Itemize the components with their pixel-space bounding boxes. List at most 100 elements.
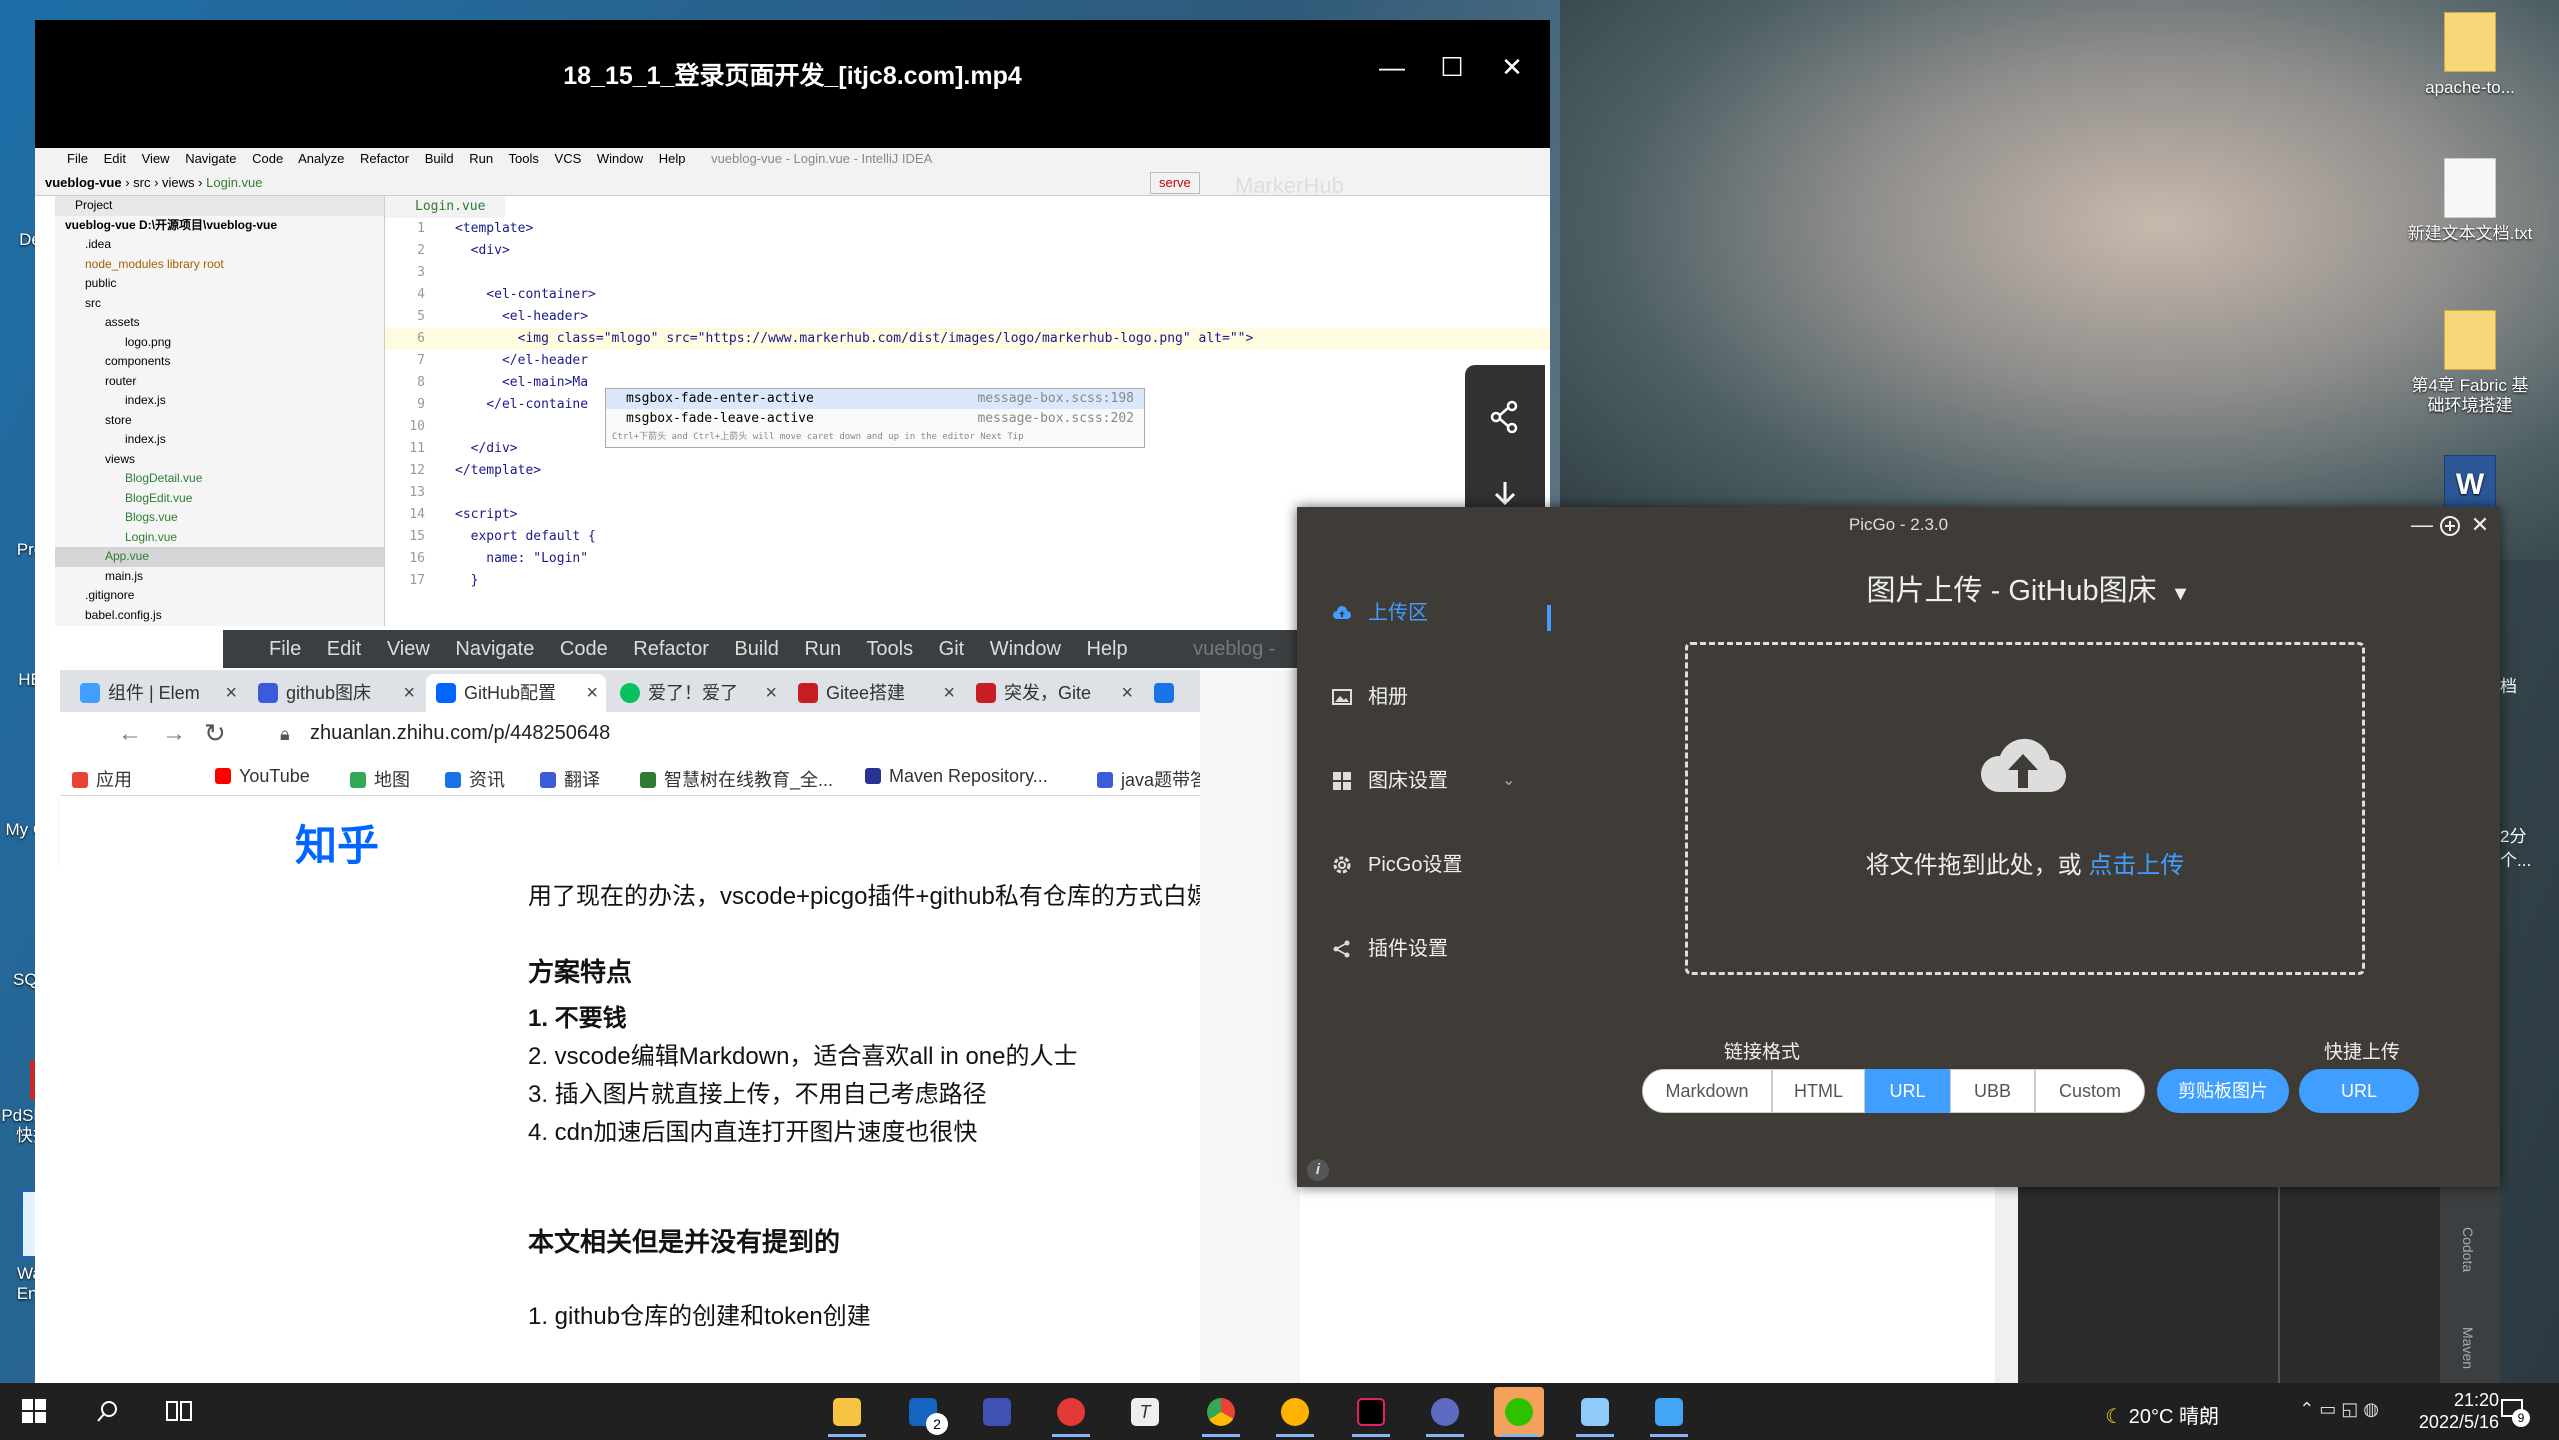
taskbar-network[interactable] [1420,1387,1470,1437]
nav-label: 插件设置 [1368,938,1448,960]
desktop-icon-fabric[interactable]: 第4章 Fabric 基础环境搭建 [2405,310,2535,416]
taskbar-jetbrains[interactable] [1346,1387,1396,1437]
codota-tool[interactable]: Codota [2460,1227,2476,1272]
format-markdown[interactable]: Markdown [1642,1069,1772,1113]
browser-tab[interactable]: Gitee搭建 × [788,674,963,712]
desktop-icon-txt[interactable]: 新建文本文档.txt [2405,158,2535,244]
taskbar-paint[interactable] [1046,1387,1096,1437]
format-custom[interactable]: Custom [2035,1069,2145,1113]
taskbar-chrome[interactable] [1196,1387,1246,1437]
bookmark-apps[interactable]: 应用 [72,766,132,792]
tray-icons[interactable]: ⌃ ▭ ◱ ◍ [2299,1399,2379,1420]
weather-widget[interactable]: ☾ 20°C 晴朗 [2105,1400,2219,1429]
word-icon: W [2444,455,2496,515]
back-icon[interactable]: ← [118,720,142,748]
ide-breadcrumb: vueblog-vue › src › views › Login.vue se… [35,170,1550,198]
nav-picgo-settings[interactable]: PicGo设置 [1332,845,1522,885]
taskbar-notepad[interactable] [1570,1387,1620,1437]
close-icon[interactable]: × [1121,674,1133,712]
minimize-button[interactable]: — [2407,507,2437,543]
windows-start-icon[interactable] [22,1399,46,1423]
ide-menu-item: Code [252,151,284,166]
bookmark-label: YouTube [239,766,310,786]
running-indicator [1576,1434,1614,1437]
close-icon[interactable]: × [225,674,237,712]
nav-upload[interactable]: 上传区 [1332,593,1522,633]
tree-item: assets [105,315,140,329]
wechat-icon [1505,1398,1533,1426]
close-icon[interactable]: × [943,674,955,712]
reload-icon[interactable]: ↻ [204,718,226,749]
ide2-menu-item: Navigate [455,638,535,660]
line-number: 17 [409,573,425,588]
minimize-button[interactable]: — [1362,52,1422,83]
upload-heading[interactable]: 图片上传 - GitHub图床 ▼ [1557,567,2500,609]
upload-clipboard-button[interactable]: 剪贴板图片 [2157,1069,2289,1113]
pin-icon[interactable] [2435,514,2465,538]
article-heading: 本文相关但是并没有提到的 [528,1227,841,1257]
click-upload-link[interactable]: 点击上传 [2088,852,2184,879]
gear-icon [1333,856,1351,874]
browser-tab[interactable]: github图床 × [248,674,423,712]
close-button[interactable]: ✕ [2465,507,2495,543]
maven-tool[interactable]: Maven [2460,1327,2476,1369]
code-line: 13 [385,482,1550,504]
upload-url-button[interactable]: URL [2299,1069,2419,1113]
format-html[interactable]: HTML [1772,1069,1865,1113]
youtube-icon [215,768,231,784]
close-icon[interactable]: × [765,674,777,712]
share-icon[interactable] [1490,400,1520,434]
taskbar-editor[interactable] [972,1387,1022,1437]
site-header: 知乎 [60,796,1300,869]
ide-menu-item: VCS [554,151,582,166]
browser-tab-active[interactable]: GitHub配置 × [426,674,606,712]
close-button[interactable]: ✕ [1482,52,1542,83]
taskbar-file-explorer[interactable] [822,1387,872,1437]
bookmark-news[interactable]: 资讯 [445,766,505,792]
download-icon[interactable] [1492,480,1518,510]
upload-dropzone[interactable]: 将文件拖到此处，或 点击上传 [1685,642,2365,975]
browser-tab[interactable]: 组件 | Elem × [70,674,245,712]
bookmark-translate[interactable]: 翻译 [540,766,600,792]
picgo-window[interactable]: PicGo - 2.3.0 — ✕ 上传区 相册 图床设置 ⌄ PicGo设置 … [1297,507,2500,1187]
autocomplete-name: msgbox-fade-leave-active [626,411,814,426]
taskbar-screenshot[interactable] [1644,1387,1694,1437]
ide2-menu-item: Build [734,638,779,660]
url-field[interactable]: zhuanlan.zhihu.com/p/448250648 [310,722,610,745]
nav-album[interactable]: 相册 [1332,677,1522,717]
bookmark-maps[interactable]: 地图 [350,766,410,792]
nav-plugin-settings[interactable]: 插件设置 [1332,929,1522,969]
taskbar-qq-browser[interactable] [1270,1387,1320,1437]
nav-picbed-settings[interactable]: 图床设置 ⌄ [1332,761,1522,801]
link-format-label: 链接格式 [1723,1042,1800,1063]
format-ubb[interactable]: UBB [1950,1069,2035,1113]
taskbar-typora[interactable]: T [1120,1387,1170,1437]
browser-tab[interactable]: 突发，Gite × [966,674,1141,712]
taskbar-wechat[interactable] [1494,1387,1544,1437]
browser-window[interactable]: 组件 | Elem × github图床 × GitHub配置 × 爱了！爱了 × Gi… [60,670,1300,1440]
format-url[interactable]: URL [1865,1069,1950,1113]
search-icon[interactable] [96,1399,120,1423]
bookmark-youtube[interactable]: YouTube [215,766,310,787]
forward-icon[interactable]: → [162,720,186,748]
article-intro: 用了现在的办法，vscode+picgo插件+github私有仓库的方式白嫖图床… [528,883,1283,910]
bookmark-maven[interactable]: Maven Repository... [865,766,1048,787]
close-icon[interactable]: × [403,674,415,712]
task-view-icon[interactable] [166,1399,192,1423]
picgo-title: PicGo - 2.3.0 [1848,515,1949,534]
desktop-icon-apache[interactable]: apache-to... [2405,12,2535,98]
scrollbar[interactable] [1995,1187,2018,1383]
browser-tab[interactable]: 爱了！爱了 × [610,674,785,712]
clock[interactable]: 21:20 2022/5/16 [2419,1389,2499,1433]
taskbar-mail[interactable]: 2 [898,1387,948,1437]
breadcrumb-item: views [162,175,195,190]
notification-icon[interactable]: 9 [2500,1397,2530,1427]
editor-icon [983,1398,1011,1426]
notepad-icon [1581,1398,1609,1426]
desktop-edge-label: 2分 [2500,827,2527,846]
bookmark-zhihuishu[interactable]: 智慧树在线教育_全... [640,766,833,792]
info-icon[interactable]: i [1307,1159,1329,1181]
close-icon[interactable]: × [586,674,598,712]
maximize-button[interactable]: ☐ [1422,52,1482,83]
cloud-upload-icon [1980,738,2066,792]
